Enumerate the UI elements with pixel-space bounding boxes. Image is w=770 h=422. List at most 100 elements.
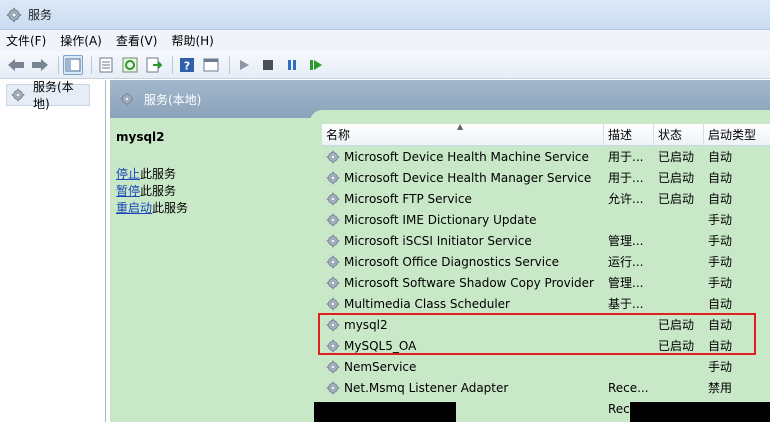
- column-header-status[interactable]: 状态: [654, 124, 704, 146]
- toolbar-separator: [91, 55, 92, 74]
- service-description-cell: 用于...: [608, 150, 644, 164]
- service-description-cell: 运行...: [608, 255, 644, 269]
- table-row[interactable]: Multimedia Class Scheduler 基于... 自动: [322, 293, 770, 314]
- service-description-cell: 管理...: [608, 234, 644, 248]
- service-startup-type-cell: 手动: [708, 255, 733, 269]
- service-description-cell: 管理...: [608, 276, 644, 290]
- service-gear-icon: [326, 234, 340, 248]
- service-description-cell: 允许...: [608, 192, 644, 206]
- toolbar-separator: [172, 55, 173, 74]
- service-status-cell: 已启动: [658, 150, 695, 164]
- service-name-text: Microsoft Device Health Manager Service: [344, 170, 592, 185]
- refresh-icon[interactable]: [120, 55, 140, 75]
- action-suffix: 此服务: [152, 201, 189, 215]
- menu-bar: 文件(F) 操作(A) 查看(V) 帮助(H): [0, 30, 770, 51]
- service-startup-type-cell: 自动: [708, 192, 733, 206]
- column-header-description[interactable]: 描述: [604, 124, 654, 146]
- service-name-cell: Microsoft iSCSI Initiator Service: [322, 234, 604, 248]
- service-status-cell: 已启动: [658, 192, 695, 206]
- restart-icon[interactable]: [306, 55, 326, 75]
- help-icon[interactable]: ?: [177, 55, 197, 75]
- table-row[interactable]: Microsoft Software Shadow Copy Provider 管…: [322, 272, 770, 293]
- stop-icon[interactable]: [258, 55, 278, 75]
- forward-icon[interactable]: [30, 55, 50, 75]
- service-description-cell: Rece...: [608, 380, 649, 395]
- console-tree: 服务(本地): [0, 80, 106, 422]
- service-gear-icon: [326, 297, 340, 311]
- back-icon[interactable]: [6, 55, 26, 75]
- pause-icon[interactable]: [282, 55, 302, 75]
- service-gear-icon: [326, 192, 340, 206]
- tree-item-services-local[interactable]: 服务(本地): [6, 80, 90, 111]
- service-name-text: Multimedia Class Scheduler: [344, 296, 510, 311]
- service-name-text: Microsoft iSCSI Initiator Service: [344, 233, 532, 248]
- service-startup-type-cell: 手动: [708, 276, 733, 290]
- column-header-row: ▲ 名称 描述 状态 启动类型: [322, 124, 770, 146]
- table-row[interactable]: Microsoft iSCSI Initiator Service 管理... 手动: [322, 230, 770, 251]
- service-name-cell: Microsoft FTP Service: [322, 192, 604, 206]
- service-description-panel: mysql2 停止此服务 暂停此服务 重启动此服务: [116, 130, 306, 217]
- table-row[interactable]: Net.Msmq Listener Adapter Rece... 禁用: [322, 377, 770, 398]
- details-pane: 服务(本地) mysql2 停止此服务 暂停此服务 重启动此服务 ▲ 名称 描述…: [110, 80, 770, 422]
- service-name-cell: Microsoft Office Diagnostics Service: [322, 255, 604, 269]
- window-title: 服务: [28, 8, 53, 22]
- service-name-text: Microsoft IME Dictionary Update: [344, 212, 537, 227]
- service-name-cell: Multimedia Class Scheduler: [322, 297, 604, 311]
- table-row[interactable]: Microsoft FTP Service 允许... 已启动 自动: [322, 188, 770, 209]
- console-icon[interactable]: [201, 55, 221, 75]
- services-list: ▲ 名称 描述 状态 启动类型 Microsoft Device Health …: [322, 124, 770, 422]
- services-rows: Microsoft Device Health Machine Service 用…: [322, 146, 770, 419]
- title-bar: 服务: [0, 0, 770, 30]
- service-name-cell: Microsoft Device Health Manager Service: [322, 171, 604, 185]
- service-name-text: NemService: [344, 359, 417, 374]
- service-startup-type-cell: 手动: [708, 360, 733, 374]
- service-name-text: Microsoft Device Health Machine Service: [344, 149, 589, 164]
- service-gear-icon: [326, 171, 340, 185]
- toolbar-separator: [58, 55, 59, 74]
- service-gear-icon: [326, 255, 340, 269]
- svg-text:?: ?: [184, 59, 190, 72]
- toolbar: ?: [0, 51, 770, 79]
- redaction-bar: [314, 402, 456, 422]
- services-icon: [120, 92, 134, 106]
- table-row[interactable]: Microsoft Device Health Machine Service 用…: [322, 146, 770, 167]
- action-restart: 重启动此服务: [116, 200, 306, 217]
- menu-help[interactable]: 帮助(H): [171, 32, 213, 49]
- action-stop: 停止此服务: [116, 166, 306, 183]
- service-name-cell: Net.Msmq Listener Adapter: [322, 381, 604, 395]
- pane-header-corner: [310, 110, 770, 124]
- services-icon: [6, 7, 22, 23]
- service-startup-type-cell: 自动: [708, 150, 733, 164]
- show-hide-tree-icon[interactable]: [63, 54, 83, 75]
- sort-ascending-icon: ▲: [457, 124, 464, 131]
- restart-service-link[interactable]: 重启动: [116, 201, 152, 215]
- menu-view[interactable]: 查看(V): [116, 32, 158, 49]
- pause-service-link[interactable]: 暂停: [116, 184, 140, 198]
- action-pause: 暂停此服务: [116, 183, 306, 200]
- table-row[interactable]: Microsoft Device Health Manager Service 用…: [322, 167, 770, 188]
- menu-action[interactable]: 操作(A): [60, 32, 102, 49]
- service-startup-type-cell: 自动: [708, 297, 733, 311]
- pane-header: 服务(本地): [110, 80, 770, 124]
- redaction-bar: [630, 402, 770, 422]
- service-name-text: Microsoft Software Shadow Copy Provider: [344, 275, 594, 290]
- table-row[interactable]: Microsoft Office Diagnostics Service 运行..…: [322, 251, 770, 272]
- service-startup-type-cell: 自动: [708, 171, 733, 185]
- export-icon[interactable]: [144, 55, 164, 75]
- stop-service-link[interactable]: 停止: [116, 167, 140, 181]
- table-row[interactable]: Microsoft IME Dictionary Update 手动: [322, 209, 770, 230]
- start-icon[interactable]: [234, 55, 254, 75]
- properties-icon[interactable]: [96, 55, 116, 75]
- column-header-startup-type[interactable]: 启动类型: [704, 124, 770, 146]
- toolbar-separator: [229, 55, 230, 74]
- table-row[interactable]: NemService 手动: [322, 356, 770, 377]
- service-description-cell: 用于...: [608, 171, 644, 185]
- menu-file[interactable]: 文件(F): [6, 32, 46, 49]
- service-gear-icon: [326, 213, 340, 227]
- highlight-box: [318, 313, 756, 355]
- service-name-text: Net.Msmq Listener Adapter: [344, 380, 509, 395]
- pane-title: 服务(本地): [144, 92, 202, 107]
- selected-service-name: mysql2: [116, 130, 165, 144]
- service-name-text: Microsoft FTP Service: [344, 191, 472, 206]
- services-icon: [11, 88, 25, 102]
